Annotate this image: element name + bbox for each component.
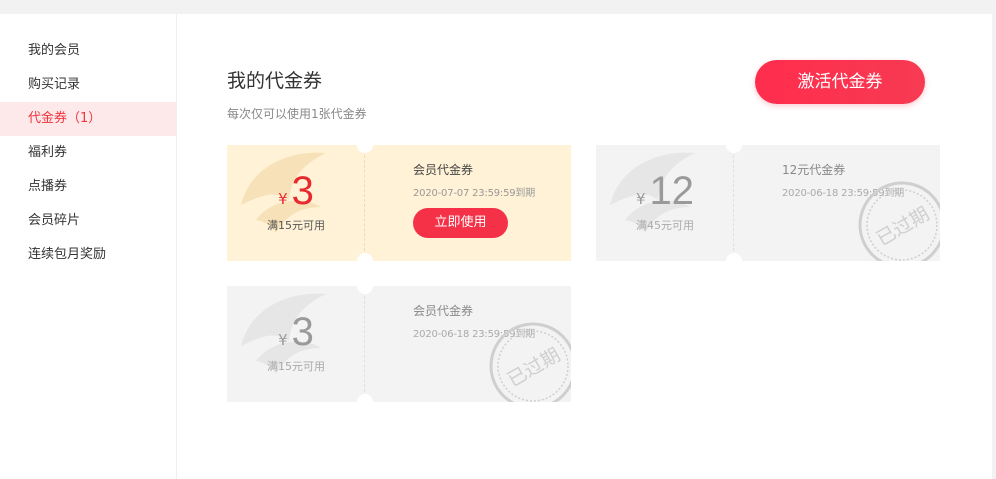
voucher-card: ¥3 满15元可用 会员代金券 2020-06-18 23:59:59到期 已过… xyxy=(227,286,571,402)
voucher-condition: 满15元可用 xyxy=(267,360,325,373)
page-title: 我的代金券 xyxy=(227,70,323,92)
currency-symbol: ¥ xyxy=(278,331,288,349)
voucher-amount: ¥12 xyxy=(596,171,734,211)
sidebar-item-welfare-coupons[interactable]: 福利券 xyxy=(0,136,176,170)
currency-symbol: ¥ xyxy=(635,190,646,208)
voucher-amount: ¥3 xyxy=(227,312,365,352)
page-container: 我的会员 购买记录 代金券（1） 福利券 点播券 会员碎片 连续包月奖励 我的代… xyxy=(0,14,992,479)
voucher-card: ¥3 满15元可用 会员代金券 2020-07-07 23:59:59到期 立即… xyxy=(227,145,571,261)
voucher-name: 会员代金券 xyxy=(413,304,474,318)
voucher-condition: 满45元可用 xyxy=(636,219,694,232)
sidebar-item-vouchers[interactable]: 代金券（1） xyxy=(0,102,176,136)
activate-voucher-button[interactable]: 激活代金券 xyxy=(755,60,925,104)
ticket-notch xyxy=(357,253,373,261)
ticket-notch xyxy=(726,253,742,261)
amount-value: 3 xyxy=(291,169,314,213)
voucher-card: ¥12 满45元可用 12元代金券 2020-06-18 23:59:59到期 … xyxy=(596,145,940,261)
main-content: 我的代金券 每次仅可以使用1张代金券 激活代金券 ¥3 满15元可用 会员代金券… xyxy=(177,14,992,479)
voucher-name: 会员代金券 xyxy=(413,163,474,177)
stamp-text: 已过期 xyxy=(504,344,564,392)
sidebar-item-on-demand-coupons[interactable]: 点播券 xyxy=(0,170,176,204)
page-subtitle: 每次仅可以使用1张代金券 xyxy=(227,107,367,121)
voucher-name: 12元代金券 xyxy=(782,163,846,177)
stamp-text: 已过期 xyxy=(873,203,933,251)
currency-symbol: ¥ xyxy=(278,190,288,208)
voucher-amount: ¥3 xyxy=(227,171,365,211)
amount-value: 12 xyxy=(649,169,695,213)
voucher-condition: 满15元可用 xyxy=(267,219,325,232)
use-now-button[interactable]: 立即使用 xyxy=(413,208,508,238)
expired-stamp-icon: 已过期 xyxy=(489,322,571,402)
sidebar-item-my-membership[interactable]: 我的会员 xyxy=(0,34,176,68)
expired-stamp-icon: 已过期 xyxy=(858,181,940,261)
ticket-notch xyxy=(726,145,742,153)
ticket-notch xyxy=(357,394,373,402)
amount-value: 3 xyxy=(291,310,314,354)
ticket-notch xyxy=(357,145,373,153)
sidebar: 我的会员 购买记录 代金券（1） 福利券 点播券 会员碎片 连续包月奖励 xyxy=(0,14,177,479)
voucher-expiry: 2020-07-07 23:59:59到期 xyxy=(413,188,536,199)
ticket-notch xyxy=(357,286,373,294)
sidebar-item-membership-fragments[interactable]: 会员碎片 xyxy=(0,204,176,238)
sidebar-item-monthly-rewards[interactable]: 连续包月奖励 xyxy=(0,238,176,272)
sidebar-item-purchase-history[interactable]: 购买记录 xyxy=(0,68,176,102)
